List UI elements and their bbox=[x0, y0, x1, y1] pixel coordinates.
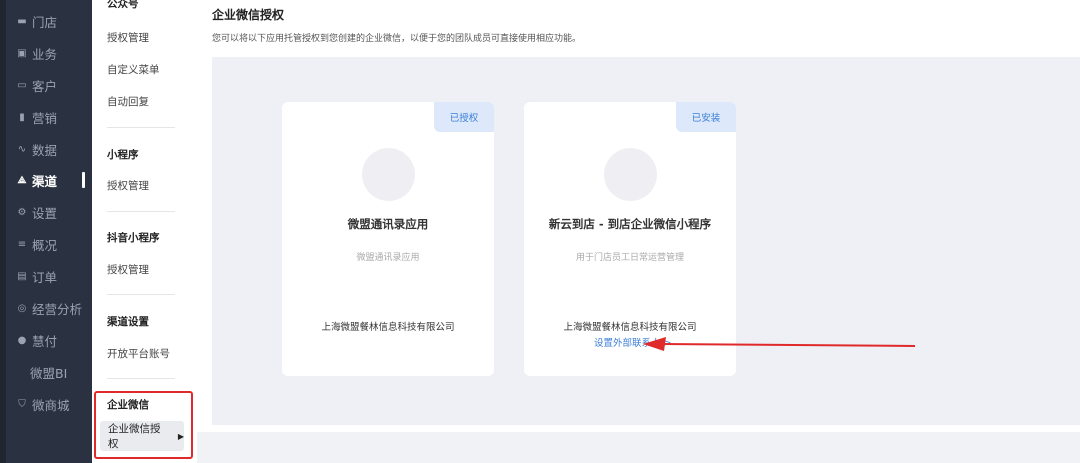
nav-item-label: 客户 bbox=[32, 78, 58, 94]
chart-line-icon: ∿ bbox=[17, 143, 27, 155]
subnav-item-open-platform[interactable]: 开放平台账号 bbox=[107, 346, 170, 361]
app-description: 用于门店员工日常运营管理 bbox=[575, 253, 684, 263]
overview-icon: ≡ bbox=[17, 238, 27, 250]
nav-item-label: 业务 bbox=[32, 46, 58, 62]
nav-strip bbox=[0, 0, 6, 463]
subnav-item-gzh-reply[interactable]: 自动回复 bbox=[107, 94, 149, 109]
app-title: 微盟通讯录应用 bbox=[347, 217, 429, 231]
subnav-group-gzh: 公众号 bbox=[107, 0, 139, 10]
pay-icon: ● bbox=[17, 334, 27, 346]
subnav-group-channel: 渠道设置 bbox=[107, 316, 149, 328]
nav-item-label: 数据 bbox=[32, 142, 58, 158]
external-contact-link[interactable]: 设置外部联系人 > bbox=[594, 335, 671, 349]
nav-item-business[interactable]: ▣ 业务 bbox=[16, 43, 57, 63]
highlight-box bbox=[94, 391, 193, 459]
subnav-item-gzh-auth[interactable]: 授权管理 bbox=[107, 30, 149, 45]
subnav-item-douyin-auth[interactable]: 授权管理 bbox=[107, 262, 149, 277]
gear-icon: ⚙ bbox=[17, 206, 27, 218]
nav-item-label: 概况 bbox=[32, 237, 58, 253]
page-title: 企业微信授权 bbox=[212, 8, 285, 22]
app-title: 新云到店 - 到店企业微信小程序 bbox=[548, 217, 712, 231]
app-description: 微盟通讯录应用 bbox=[356, 253, 420, 263]
nav-item-label: 经营分析 bbox=[32, 301, 83, 317]
nav-item-label: 渠道 bbox=[32, 173, 58, 189]
nav-item-mall[interactable]: ⛉ 微商城 bbox=[16, 394, 70, 414]
nav-item-pay[interactable]: ● 慧付 bbox=[16, 330, 57, 350]
customer-icon: ▭ bbox=[17, 79, 27, 91]
channel-icon: ⟁ bbox=[17, 174, 27, 186]
marketing-icon: ▮ bbox=[19, 111, 25, 123]
nav-item-store[interactable]: ▬ 门店 bbox=[16, 11, 57, 31]
app-avatar bbox=[604, 148, 657, 201]
nav-item-bi[interactable]: 微盟BI bbox=[30, 362, 67, 382]
nav-item-settings[interactable]: ⚙ 设置 bbox=[16, 202, 58, 222]
app-avatar bbox=[362, 148, 415, 201]
order-icon: ▤ bbox=[17, 270, 27, 282]
nav-active-indicator bbox=[82, 172, 85, 188]
subnav-divider bbox=[107, 378, 175, 379]
briefcase-icon: ▣ bbox=[17, 47, 27, 59]
subnav-divider bbox=[107, 211, 175, 212]
app-company: 上海微盟餐林信息科技有限公司 bbox=[563, 322, 697, 333]
nav-item-overview[interactable]: ≡ 概况 bbox=[16, 234, 57, 254]
subnav-group-douyin: 抖音小程序 bbox=[107, 232, 160, 244]
app-card[interactable]: 已授权 微盟通讯录应用 微盟通讯录应用 上海微盟餐林信息科技有限公司 bbox=[282, 102, 494, 376]
page-description: 您可以将以下应用托管授权到您创建的企业微信，以便于您的团队成员可直接使用相应功能… bbox=[212, 34, 582, 44]
nav-item-label: 微盟BI bbox=[30, 365, 68, 381]
subnav-item-mini-auth[interactable]: 授权管理 bbox=[107, 178, 149, 193]
nav-item-label: 营销 bbox=[32, 110, 58, 126]
nav-item-label: 门店 bbox=[32, 14, 58, 30]
status-badge: 已安装 bbox=[676, 102, 736, 132]
analysis-icon: ◎ bbox=[17, 302, 27, 314]
shop-icon: ⛉ bbox=[18, 398, 26, 410]
nav-item-analysis[interactable]: ◎ 经营分析 bbox=[16, 298, 82, 318]
nav-item-marketing[interactable]: ▮ 营销 bbox=[16, 107, 57, 127]
nav-item-customer[interactable]: ▭ 客户 bbox=[16, 75, 57, 95]
subnav-divider bbox=[107, 294, 175, 295]
app-company: 上海微盟餐林信息科技有限公司 bbox=[321, 322, 455, 333]
subnav-item-gzh-menu[interactable]: 自定义菜单 bbox=[107, 62, 160, 77]
app-card[interactable]: 已安装 新云到店 - 到店企业微信小程序 用于门店员工日常运营管理 上海微盟餐林… bbox=[524, 102, 736, 376]
nav-item-data[interactable]: ∿ 数据 bbox=[16, 139, 57, 159]
status-badge: 已授权 bbox=[434, 102, 494, 132]
store-icon: ▬ bbox=[17, 15, 27, 27]
nav-item-order[interactable]: ▤ 订单 bbox=[16, 266, 57, 286]
nav-item-label: 设置 bbox=[32, 205, 58, 221]
nav-item-label: 订单 bbox=[32, 269, 58, 285]
nav-item-label: 微商城 bbox=[32, 397, 70, 413]
subnav-group-mini: 小程序 bbox=[107, 149, 139, 161]
nav-item-label: 慧付 bbox=[32, 333, 58, 349]
subnav-divider bbox=[107, 127, 175, 128]
nav-item-channel[interactable]: ⟁ 渠道 bbox=[16, 170, 57, 190]
